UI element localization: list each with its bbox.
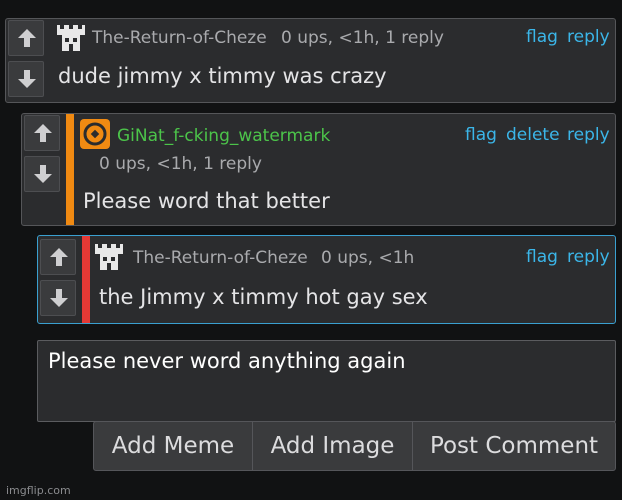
arrow-up-icon bbox=[50, 248, 68, 266]
reply-link[interactable]: reply bbox=[567, 247, 610, 267]
add-image-button[interactable]: Add Image bbox=[253, 422, 413, 470]
arrow-up-icon bbox=[18, 29, 36, 47]
flag-link[interactable]: flag bbox=[465, 125, 497, 145]
post-comment-button[interactable]: Post Comment bbox=[413, 422, 615, 470]
castle-avatar-icon[interactable] bbox=[56, 23, 86, 53]
watermark: imgflip.com bbox=[6, 484, 71, 497]
arrow-down-icon bbox=[34, 165, 52, 183]
reply-link[interactable]: reply bbox=[567, 27, 610, 47]
comment-meta: 0 ups, <1h, 1 reply bbox=[99, 154, 262, 174]
comment-1: The-Return-of-Cheze 0 ups, <1h, 1 reply … bbox=[5, 18, 616, 103]
downvote-button[interactable] bbox=[8, 61, 44, 97]
comment-2: GiNat_f-cking_watermark flag delete repl… bbox=[21, 113, 616, 226]
arrow-up-icon bbox=[34, 124, 52, 142]
arrow-down-icon bbox=[18, 70, 36, 88]
reply-input[interactable]: Please never word anything again bbox=[38, 341, 615, 421]
comment-accent-bar bbox=[66, 114, 74, 225]
orange-target-avatar-icon[interactable] bbox=[80, 119, 110, 149]
comment-username[interactable]: The-Return-of-Cheze bbox=[92, 28, 267, 48]
comment-3: The-Return-of-Cheze 0 ups, <1h flag repl… bbox=[37, 235, 616, 324]
castle-avatar-icon[interactable] bbox=[94, 242, 124, 272]
arrow-down-icon bbox=[50, 289, 68, 307]
comment-meta: 0 ups, <1h bbox=[321, 248, 415, 268]
delete-link[interactable]: delete bbox=[506, 125, 560, 145]
downvote-button[interactable] bbox=[24, 156, 60, 192]
flag-link[interactable]: flag bbox=[526, 27, 558, 47]
comment-username[interactable]: GiNat_f-cking_watermark bbox=[117, 126, 330, 146]
comment-meta: 0 ups, <1h, 1 reply bbox=[281, 28, 444, 48]
upvote-button[interactable] bbox=[8, 20, 44, 56]
flag-link[interactable]: flag bbox=[526, 247, 558, 267]
reply-input-container: Please never word anything again bbox=[37, 340, 616, 422]
comment-action-buttons: Add Meme Add Image Post Comment bbox=[93, 421, 616, 471]
downvote-button[interactable] bbox=[40, 280, 76, 316]
reply-link[interactable]: reply bbox=[567, 125, 610, 145]
upvote-button[interactable] bbox=[24, 115, 60, 151]
comment-text: the Jimmy x timmy hot gay sex bbox=[99, 285, 428, 309]
comment-username[interactable]: The-Return-of-Cheze bbox=[133, 248, 308, 268]
add-meme-button[interactable]: Add Meme bbox=[94, 422, 253, 470]
upvote-button[interactable] bbox=[40, 239, 76, 275]
comment-text: Please word that better bbox=[83, 189, 330, 213]
comment-text: dude jimmy x timmy was crazy bbox=[58, 64, 387, 88]
comment-accent-bar bbox=[82, 236, 90, 323]
